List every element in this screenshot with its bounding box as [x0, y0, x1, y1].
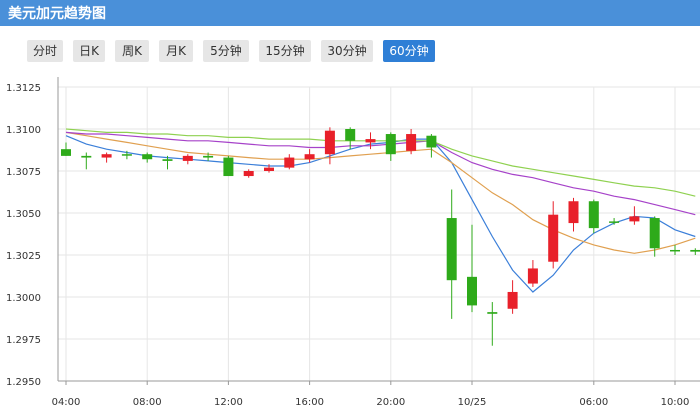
y-tick-label: 1.3000 — [6, 293, 41, 304]
candle-body — [203, 155, 214, 158]
candle-body — [243, 171, 254, 177]
candle-body — [365, 139, 376, 143]
candle-body — [61, 149, 71, 156]
x-tick-label: 16:00 — [295, 397, 324, 408]
x-tick-label: 06:00 — [579, 397, 608, 408]
line-ma20 — [65, 131, 696, 216]
candle-body — [121, 154, 132, 156]
x-tick-label: 20:00 — [376, 397, 405, 408]
line-ma5 — [65, 135, 696, 293]
candle-body — [527, 268, 538, 284]
candle-body — [101, 154, 112, 158]
y-tick-label: 1.3050 — [6, 209, 41, 220]
candle-body — [649, 218, 660, 249]
x-tick-label: 08:00 — [133, 397, 162, 408]
candle-body — [304, 154, 315, 160]
y-tick-label: 1.2950 — [6, 377, 41, 388]
candle-body — [426, 135, 437, 148]
y-tick-label: 1.3025 — [6, 251, 41, 262]
candle-body — [507, 291, 518, 309]
candle-body — [588, 201, 599, 229]
y-tick-label: 1.3075 — [6, 167, 41, 178]
candle-body — [548, 214, 559, 262]
candle-body — [487, 312, 498, 314]
y-tick-label: 1.3125 — [6, 83, 41, 94]
candle-body — [223, 157, 234, 177]
candle-body — [345, 129, 356, 141]
candle-body — [670, 249, 680, 252]
x-tick-label: 10/25 — [458, 397, 487, 408]
candle-body — [629, 216, 640, 222]
candle-body — [690, 249, 700, 252]
candlestick-chart: 1.3125 1.3100 1.3075 1.3050 1.3025 1.3000 1.29… — [6, 77, 700, 408]
candle-body — [406, 134, 417, 151]
candle-body — [385, 134, 396, 155]
candle-body — [264, 167, 274, 171]
y-tick-label: 1.2975 — [6, 335, 41, 346]
x-tick-label: 10:00 — [661, 397, 690, 408]
candle-body — [467, 276, 477, 306]
candle-body — [182, 155, 193, 161]
candle-body — [324, 130, 335, 155]
x-tick-label: 04:00 — [52, 397, 81, 408]
candle-body — [81, 155, 92, 158]
candle-body — [162, 159, 173, 161]
x-tick-label: 12:00 — [214, 397, 243, 408]
candle-body — [568, 201, 579, 224]
candle-body — [142, 154, 153, 160]
y-tick-label: 1.3100 — [6, 125, 41, 136]
candle-body — [284, 157, 295, 168]
candle-body — [446, 218, 457, 281]
candle-body — [609, 221, 620, 223]
